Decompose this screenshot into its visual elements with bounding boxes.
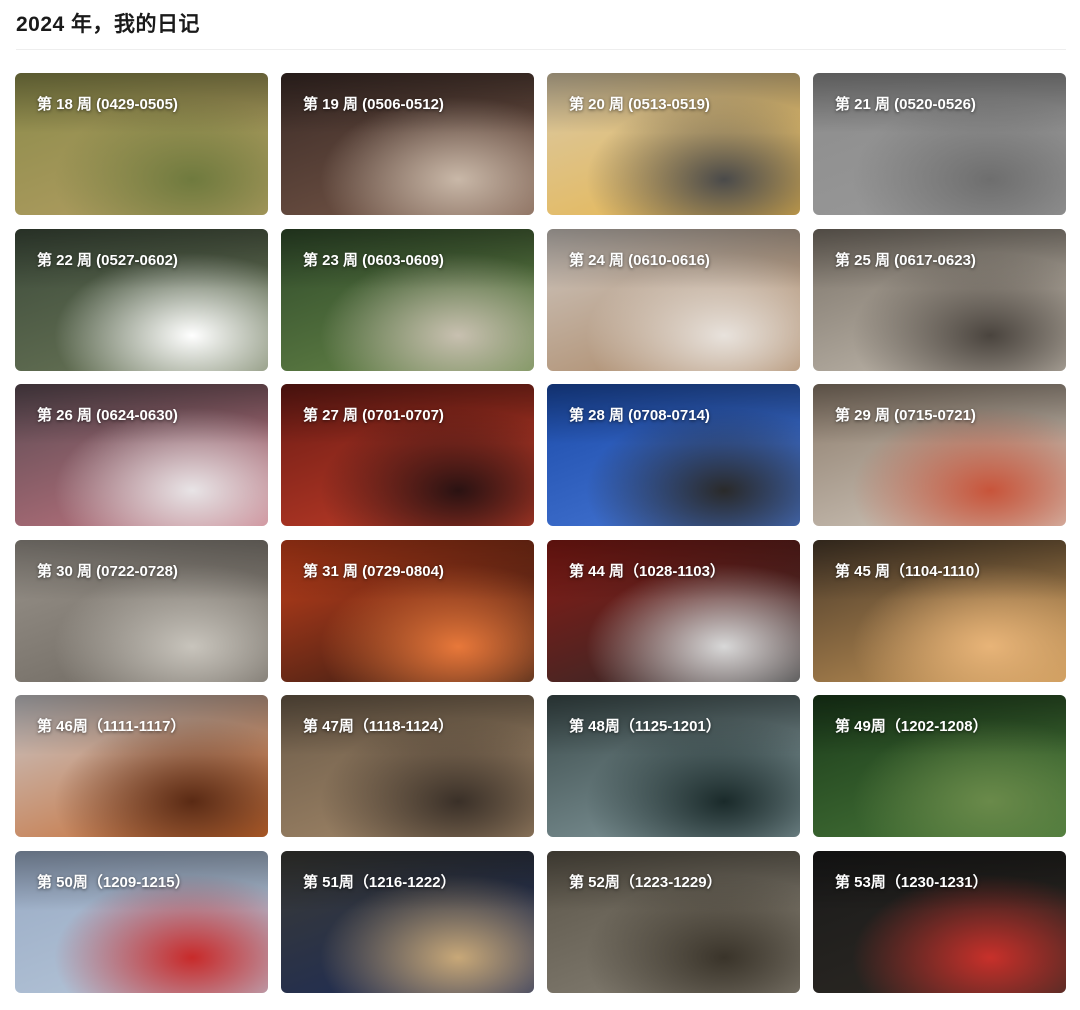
week-card[interactable]: 第 24 周 (0610-0616) bbox=[547, 229, 800, 371]
week-card[interactable]: 第 27 周 (0701-0707) bbox=[281, 384, 534, 526]
week-card[interactable]: 第 19 周 (0506-0512) bbox=[281, 73, 534, 215]
week-card[interactable]: 第 47周（1118-1124） bbox=[281, 695, 534, 837]
weekly-diary-grid: 第 18 周 (0429-0505) 第 19 周 (0506-0512) 第 20… bbox=[15, 73, 1067, 993]
week-card-label: 第 24 周 (0610-0616) bbox=[569, 252, 710, 269]
week-card-label: 第 18 周 (0429-0505) bbox=[37, 96, 178, 113]
week-card[interactable]: 第 48周（1125-1201） bbox=[547, 695, 800, 837]
week-card-label: 第 26 周 (0624-0630) bbox=[37, 407, 178, 424]
week-card[interactable]: 第 26 周 (0624-0630) bbox=[15, 384, 268, 526]
week-card[interactable]: 第 18 周 (0429-0505) bbox=[15, 73, 268, 215]
week-card-label: 第 52周（1223-1229） bbox=[569, 874, 722, 891]
week-card[interactable]: 第 45 周（1104-1110） bbox=[813, 540, 1066, 682]
week-card-label: 第 27 周 (0701-0707) bbox=[303, 407, 444, 424]
week-card[interactable]: 第 29 周 (0715-0721) bbox=[813, 384, 1066, 526]
week-card[interactable]: 第 50周（1209-1215） bbox=[15, 851, 268, 993]
week-card[interactable]: 第 25 周 (0617-0623) bbox=[813, 229, 1066, 371]
week-card-label: 第 23 周 (0603-0609) bbox=[303, 252, 444, 269]
week-card-label: 第 46周（1111-1117） bbox=[37, 718, 186, 735]
page-title: 2024 年，我的日记 bbox=[16, 13, 201, 36]
week-card[interactable]: 第 28 周 (0708-0714) bbox=[547, 384, 800, 526]
week-card-label: 第 28 周 (0708-0714) bbox=[569, 407, 710, 424]
week-card-label: 第 48周（1125-1201） bbox=[569, 718, 721, 735]
week-card[interactable]: 第 23 周 (0603-0609) bbox=[281, 229, 534, 371]
week-card-label: 第 19 周 (0506-0512) bbox=[303, 96, 444, 113]
week-card-label: 第 53周（1230-1231） bbox=[835, 874, 988, 891]
week-card[interactable]: 第 44 周（1028-1103） bbox=[547, 540, 800, 682]
week-card-label: 第 45 周（1104-1110） bbox=[835, 563, 990, 580]
week-card[interactable]: 第 31 周 (0729-0804) bbox=[281, 540, 534, 682]
week-card-label: 第 47周（1118-1124） bbox=[303, 718, 454, 735]
week-card-label: 第 31 周 (0729-0804) bbox=[303, 563, 444, 580]
week-card[interactable]: 第 53周（1230-1231） bbox=[813, 851, 1066, 993]
week-card-label: 第 51周（1216-1222） bbox=[303, 874, 456, 891]
week-card-label: 第 25 周 (0617-0623) bbox=[835, 252, 976, 269]
week-card[interactable]: 第 46周（1111-1117） bbox=[15, 695, 268, 837]
week-card-label: 第 21 周 (0520-0526) bbox=[835, 96, 976, 113]
week-card[interactable]: 第 51周（1216-1222） bbox=[281, 851, 534, 993]
week-card-label: 第 20 周 (0513-0519) bbox=[569, 96, 710, 113]
week-card[interactable]: 第 22 周 (0527-0602) bbox=[15, 229, 268, 371]
week-card-label: 第 49周（1202-1208） bbox=[835, 718, 988, 735]
week-card[interactable]: 第 21 周 (0520-0526) bbox=[813, 73, 1066, 215]
week-card[interactable]: 第 49周（1202-1208） bbox=[813, 695, 1066, 837]
week-card-label: 第 30 周 (0722-0728) bbox=[37, 563, 178, 580]
page-header: 2024 年，我的日记 bbox=[16, 10, 1066, 50]
week-card-label: 第 29 周 (0715-0721) bbox=[835, 407, 976, 424]
week-card[interactable]: 第 30 周 (0722-0728) bbox=[15, 540, 268, 682]
week-card-label: 第 22 周 (0527-0602) bbox=[37, 252, 178, 269]
week-card-label: 第 50周（1209-1215） bbox=[37, 874, 190, 891]
week-card-label: 第 44 周（1028-1103） bbox=[569, 563, 725, 580]
week-card[interactable]: 第 52周（1223-1229） bbox=[547, 851, 800, 993]
week-card[interactable]: 第 20 周 (0513-0519) bbox=[547, 73, 800, 215]
